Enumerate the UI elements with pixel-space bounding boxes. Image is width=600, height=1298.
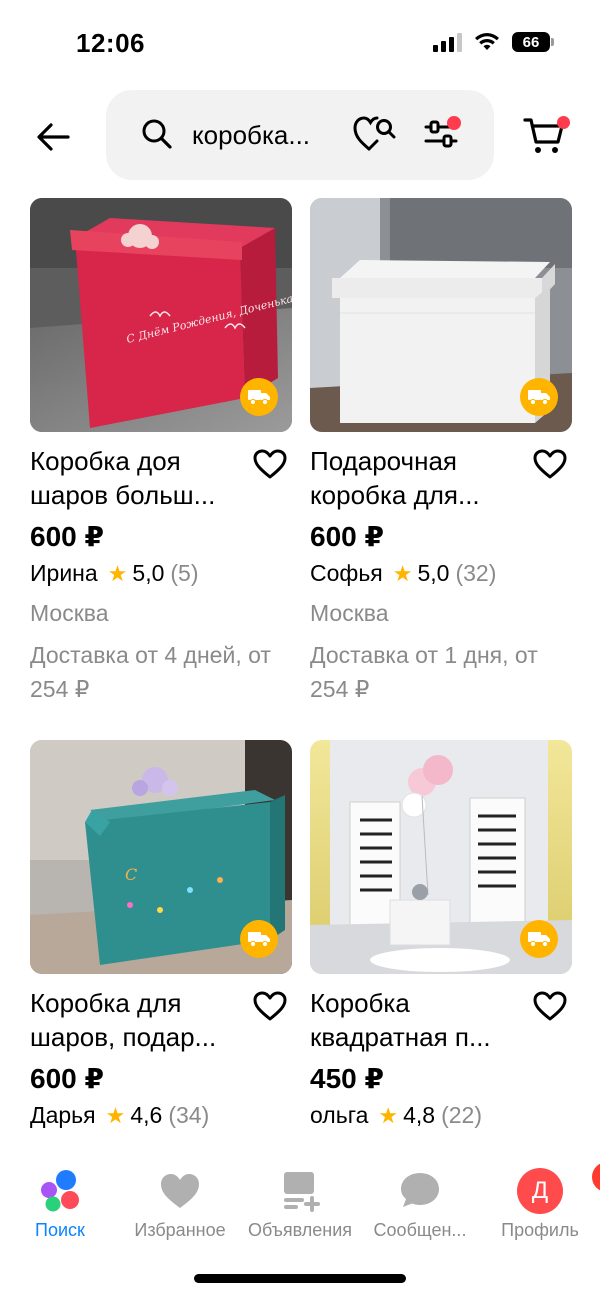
seller-name: Софья [310,560,383,586]
nav-label: Сообщен... [373,1220,467,1240]
product-city: Москва [310,600,389,626]
home-indicator [194,1274,406,1283]
chat-icon [396,1168,444,1212]
search-icon [142,119,172,149]
nav-label: Объявления [247,1220,353,1240]
seller-name: Дарья [30,1102,96,1128]
product-title[interactable]: Коробка для шаров, подар... [30,986,250,1054]
product-price: 600 ₽ [310,521,384,552]
product-image[interactable]: С [30,740,292,974]
truck-icon [528,390,550,406]
product-title[interactable]: Подарочная коробка для... [310,444,530,512]
notification-badge: 1 [590,1160,600,1194]
favorite-button[interactable] [532,448,568,480]
seller-rating: 4,6 [130,1102,163,1128]
product-seller: ольга ★ 4,8 (22) [310,1102,482,1129]
favorite-button[interactable] [252,448,288,480]
status-icons: 66 [433,32,554,52]
save-search-icon[interactable] [352,114,398,154]
battery-level: 66 [522,33,540,51]
avatar-icon: Д 1 [516,1160,600,1214]
seller-rating: 4,8 [403,1102,436,1128]
truck-icon [248,390,270,406]
heart-outline-icon [253,449,287,479]
listings-icon [276,1168,324,1212]
truck-icon [248,932,270,948]
nav-label: Избранное [134,1220,226,1240]
nav-label: Поиск [35,1220,85,1240]
search-dots-icon [36,1168,84,1212]
review-count: (32) [455,560,497,586]
delivery-badge [520,920,558,958]
search-header: коробка... [0,90,600,182]
search-input[interactable]: коробка... [106,90,494,180]
seller-rating: 5,0 [417,560,450,586]
heart-icon [156,1168,204,1212]
svg-text:С: С [125,865,137,884]
status-time: 12:06 [76,28,145,58]
cart-badge-dot [557,116,570,129]
product-city: Москва [30,600,109,626]
heart-outline-icon [533,991,567,1021]
favorite-button[interactable] [532,990,568,1022]
wifi-icon [475,33,499,50]
nav-item-profile[interactable]: Д 1 Профиль [480,1160,600,1241]
product-price: 600 ₽ [30,1063,104,1094]
product-seller: Ирина ★ 5,0 (5) [30,560,199,587]
product-title[interactable]: Коробка доя шаров больш... [30,444,250,512]
back-button[interactable] [28,112,78,162]
product-title[interactable]: Коробка квадратная п... [310,986,530,1054]
product-seller: Софья ★ 5,0 (32) [310,560,496,587]
filter-active-dot [447,116,461,130]
truck-icon [528,932,550,948]
delivery-badge [240,920,278,958]
nav-item-favorites[interactable]: Избранное [120,1168,240,1241]
search-query: коробка... [192,120,311,150]
seller-rating: 5,0 [132,560,165,586]
review-count: (5) [170,560,199,586]
seller-name: Ирина [30,560,98,586]
delivery-badge [240,378,278,416]
arrow-left-icon [37,123,70,151]
product-image[interactable] [310,198,572,432]
nav-item-search[interactable]: Поиск [0,1168,120,1241]
product-price: 600 ₽ [30,521,104,552]
product-price: 450 ₽ [310,1063,384,1094]
star-icon: ★ [107,560,128,586]
product-delivery: Доставка от 1 дня, от 254 ₽ [310,642,538,702]
heart-outline-icon [533,449,567,479]
review-count: (34) [168,1102,210,1128]
favorite-button[interactable] [252,990,288,1022]
product-image[interactable]: С Днём Рождения, Доченька! [30,198,292,432]
heart-outline-icon [253,991,287,1021]
product-delivery: Доставка от 4 дней, от 254 ₽ [30,642,271,702]
avatar: Д [517,1168,563,1214]
star-icon: ★ [105,1102,126,1128]
nav-item-listings[interactable]: Объявления [240,1168,360,1241]
status-bar: 12:06 66 [0,0,600,90]
delivery-badge [520,378,558,416]
nav-item-messages[interactable]: Сообщен... [360,1168,480,1241]
product-image[interactable] [310,740,572,974]
battery-icon: 66 [512,32,554,52]
product-grid: С Днём Рождения, Доченька! Коробка доя ш… [0,198,600,1156]
cart-button[interactable] [522,112,572,162]
nav-label: Профиль [501,1220,579,1240]
star-icon: ★ [392,560,413,586]
product-seller: Дарья ★ 4,6 (34) [30,1102,209,1129]
review-count: (22) [441,1102,482,1128]
star-icon: ★ [378,1102,399,1128]
signal-icon [433,32,462,52]
seller-name: ольга [310,1102,369,1128]
